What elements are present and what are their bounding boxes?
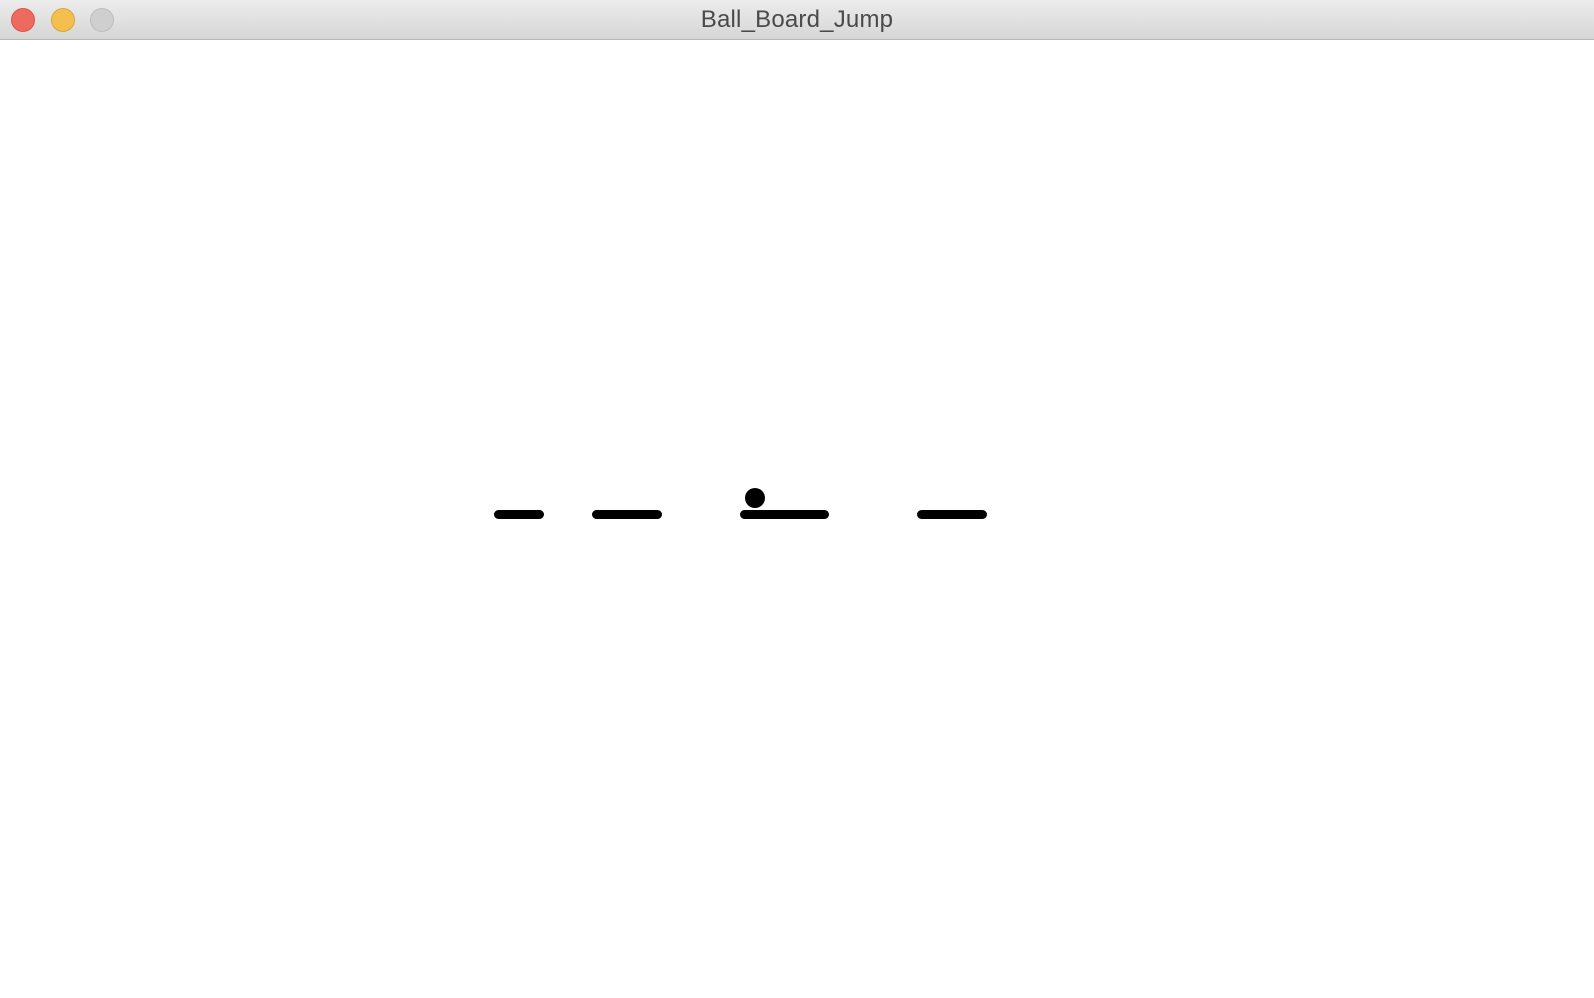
window-title: Ball_Board_Jump — [700, 6, 894, 33]
title-bar[interactable]: Ball_Board_Jump — [0, 0, 1594, 40]
board-1 — [494, 510, 544, 519]
game-window: Ball_Board_Jump — [0, 0, 1594, 998]
board-2 — [592, 510, 662, 519]
ball — [745, 488, 765, 508]
board-3 — [740, 510, 829, 519]
board-4 — [917, 510, 987, 519]
game-canvas[interactable] — [0, 41, 1594, 998]
